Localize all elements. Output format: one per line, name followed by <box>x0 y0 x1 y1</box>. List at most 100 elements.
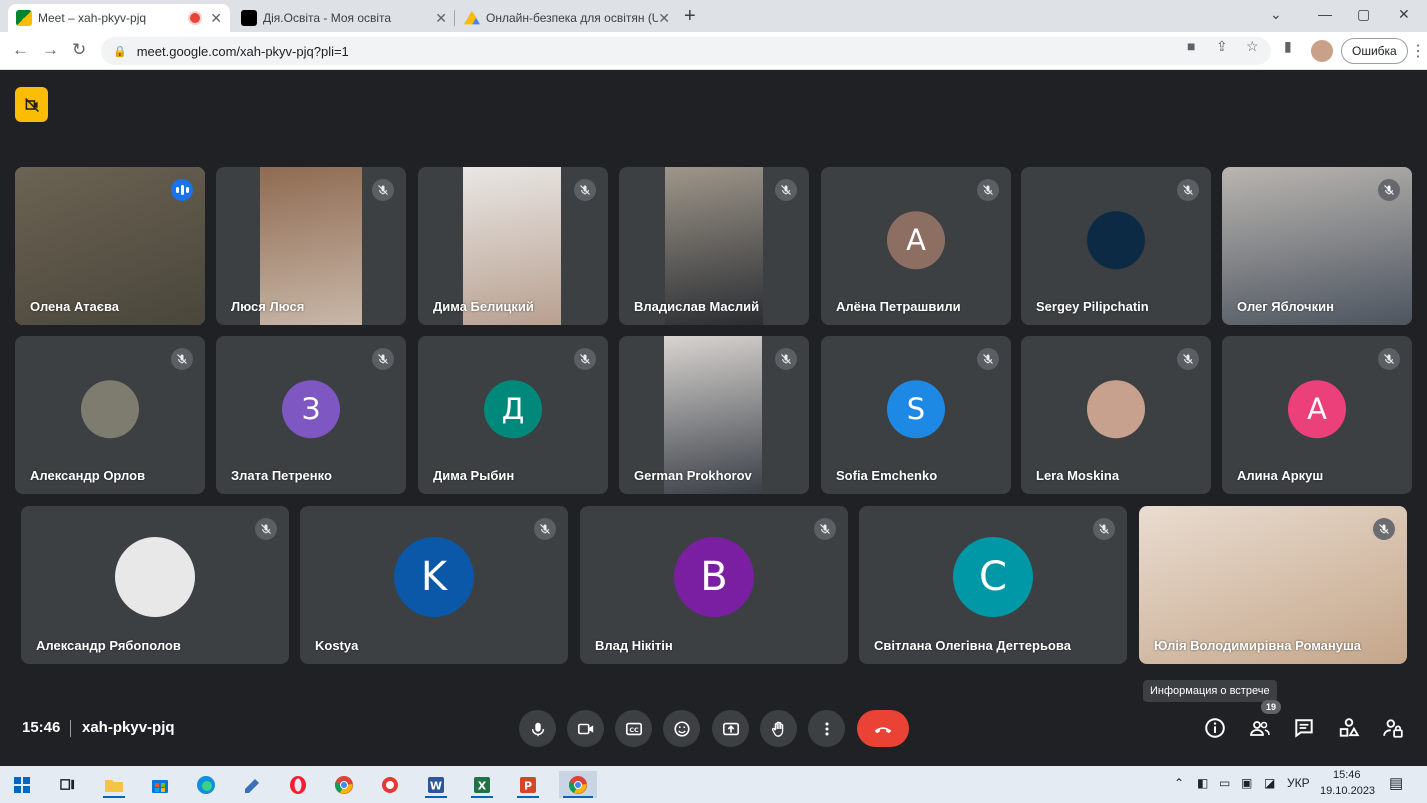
present-screen-button[interactable] <box>712 710 749 747</box>
microphone-icon <box>531 722 544 736</box>
host-controls-button[interactable] <box>1380 715 1406 741</box>
participant-tile[interactable]: Дима Белицкий <box>418 167 608 325</box>
photo-avatar <box>81 380 139 439</box>
participant-tile[interactable]: В Влад Нікітін <box>580 506 848 664</box>
participant-tile[interactable]: А Алина Аркуш <box>1222 336 1412 494</box>
maximize-icon[interactable]: ▢ <box>1357 6 1370 23</box>
close-tab-icon[interactable]: ✕ <box>658 10 670 27</box>
tab-meet[interactable]: Meet – xah-pkyv-pjq ✕ <box>8 4 230 32</box>
forward-icon[interactable]: → <box>42 40 59 60</box>
participant-name: Lera Moskina <box>1036 468 1120 483</box>
network-icon[interactable]: ▣ <box>1241 776 1252 790</box>
camera-icon[interactable]: ■ <box>1187 38 1195 54</box>
close-tab-icon[interactable]: ✕ <box>435 10 447 27</box>
chat-button[interactable] <box>1291 715 1317 741</box>
edge-browser-icon[interactable] <box>191 771 221 798</box>
participant-tile[interactable]: S Sofia Emchenko <box>821 336 1011 494</box>
volume-icon[interactable]: ◪ <box>1264 776 1275 790</box>
new-tab-button[interactable]: + <box>684 5 696 28</box>
participant-tile[interactable]: С Світлана Олегівна Дегтерьова <box>859 506 1127 664</box>
photo-avatar <box>1087 211 1145 270</box>
present-screen-icon <box>722 722 739 735</box>
svg-text:X: X <box>478 779 487 792</box>
bookmark-star-icon[interactable]: ☆ <box>1246 38 1259 55</box>
captions-button[interactable]: CC <box>615 710 652 747</box>
participant-count-badge: 19 <box>1261 700 1281 714</box>
participant-tile[interactable]: Юлія Володимирівна Романуша <box>1139 506 1407 664</box>
back-icon[interactable]: ← <box>12 40 29 60</box>
word-icon[interactable]: W <box>421 771 451 798</box>
captions-icon: CC <box>625 722 642 735</box>
tab-diia[interactable]: Дія.Освіта - Моя освіта ✕ <box>233 4 455 32</box>
participant-tile[interactable]: З Злата Петренко <box>216 336 406 494</box>
microsoft-store-icon[interactable] <box>145 771 175 798</box>
participant-tile[interactable]: А Алёна Петрашвили <box>821 167 1011 325</box>
participant-name: Kostya <box>315 638 359 653</box>
participant-tile[interactable]: Sergey Pilipchatin <box>1021 167 1211 325</box>
profile-avatar[interactable] <box>1311 40 1333 62</box>
meeting-code: xah-pkyv-pjq <box>82 719 175 736</box>
app-icon[interactable] <box>237 771 267 798</box>
tray-app-icon[interactable]: ◧ <box>1197 776 1208 790</box>
diia-icon <box>241 10 257 26</box>
meeting-info-button[interactable] <box>1202 715 1228 741</box>
app-icon[interactable] <box>375 771 405 798</box>
more-options-button[interactable] <box>808 710 845 747</box>
participant-name: Sofia Emchenko <box>836 468 938 483</box>
svg-text:P: P <box>524 779 532 792</box>
participant-tile[interactable]: Люся Люся <box>216 167 406 325</box>
letter-avatar: K <box>394 537 474 617</box>
chrome-icon[interactable] <box>329 771 359 798</box>
powerpoint-icon[interactable]: P <box>513 771 543 798</box>
windows-start-icon[interactable] <box>7 771 37 798</box>
participant-name: German Prokhorov <box>634 468 752 483</box>
participant-tile[interactable]: German Prokhorov <box>619 336 809 494</box>
camera-button[interactable] <box>567 710 604 747</box>
participant-tile[interactable]: K Kostya <box>300 506 568 664</box>
language-indicator[interactable]: УКР <box>1287 776 1310 790</box>
reload-icon[interactable]: ↻ <box>72 40 86 60</box>
participant-tile[interactable]: Олег Яблочкин <box>1222 167 1412 325</box>
notifications-icon[interactable]: ▤ <box>1389 774 1403 792</box>
browser-menu-icon[interactable]: ⋮ <box>1410 41 1426 61</box>
close-window-icon[interactable]: ✕ <box>1398 6 1410 23</box>
participant-tile[interactable]: Lera Moskina <box>1021 336 1211 494</box>
mic-off-icon <box>534 518 556 540</box>
error-button[interactable]: Ошибка <box>1341 38 1408 64</box>
reactions-button[interactable] <box>663 710 700 747</box>
microphone-button[interactable] <box>519 710 556 747</box>
mic-off-icon <box>1378 179 1400 201</box>
close-tab-icon[interactable]: ✕ <box>210 10 222 27</box>
people-button[interactable] <box>1247 715 1273 741</box>
activities-button[interactable] <box>1336 715 1362 741</box>
minimize-icon[interactable]: — <box>1318 6 1332 22</box>
participant-name: Александр Орлов <box>30 468 146 483</box>
participant-tile[interactable]: Александр Рябополов <box>21 506 289 664</box>
participant-tile[interactable]: Владислав Маслий <box>619 167 809 325</box>
file-explorer-icon[interactable] <box>99 771 129 798</box>
battery-icon[interactable]: ▭ <box>1219 776 1230 790</box>
share-icon[interactable]: ⇪ <box>1216 38 1228 55</box>
taskbar-time[interactable]: 15:46 <box>1333 769 1361 781</box>
opera-icon[interactable] <box>283 771 313 798</box>
excel-icon[interactable]: X <box>467 771 497 798</box>
leave-call-button[interactable] <box>857 710 909 747</box>
recording-indicator-icon <box>190 13 201 23</box>
participant-tile[interactable]: Олена Атаєва <box>15 167 205 325</box>
letter-avatar: С <box>953 537 1033 617</box>
taskbar-date[interactable]: 19.10.2023 <box>1320 785 1375 797</box>
participant-tile[interactable]: Д Дима Рыбин <box>418 336 608 494</box>
participant-tile[interactable]: Александр Орлов <box>15 336 205 494</box>
mic-off-icon <box>1093 518 1115 540</box>
mic-off-icon <box>255 518 277 540</box>
letter-avatar: В <box>674 537 754 617</box>
no-video-badge-icon[interactable] <box>15 87 48 122</box>
chevron-down-icon[interactable]: ⌄ <box>1270 6 1282 23</box>
task-view-icon[interactable] <box>52 771 82 798</box>
tab-drive[interactable]: Онлайн-безпека для освітян (U ✕ <box>456 4 678 32</box>
chevron-up-icon[interactable]: ⌃ <box>1174 776 1184 790</box>
chrome-active-icon[interactable] <box>559 771 597 798</box>
raise-hand-button[interactable] <box>760 710 797 747</box>
side-panel-icon[interactable]: ▮ <box>1284 38 1292 55</box>
url-field[interactable]: 🔒 meet.google.com/xah-pkyv-pjq?pli=1 <box>101 37 1271 65</box>
